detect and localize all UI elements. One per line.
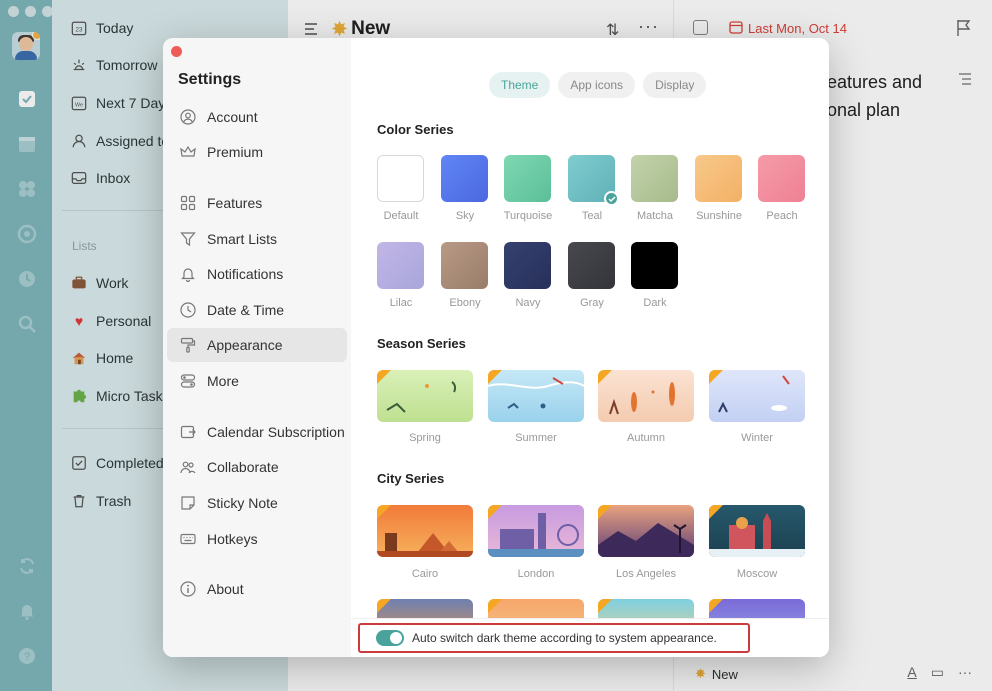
settings-item-calendar-subscription[interactable]: Calendar Subscription — [167, 415, 347, 449]
theme-label: Sunshine — [696, 210, 742, 222]
theme-swatch-gray[interactable] — [568, 242, 615, 289]
theme-label: Teal — [581, 210, 603, 222]
theme-thumb-winter[interactable] — [709, 370, 805, 422]
calendar-link-icon — [179, 423, 197, 441]
city-series-title: City Series — [377, 471, 445, 486]
keyboard-icon — [179, 530, 197, 548]
theme-label: Peach — [766, 210, 798, 222]
settings-item-features[interactable]: Features — [167, 186, 347, 220]
theme-label: Winter — [741, 432, 773, 444]
settings-item-smart-lists[interactable]: Smart Lists — [167, 222, 347, 256]
toggles-icon — [179, 372, 197, 390]
auto-switch-dark-setting: Auto switch dark theme according to syst… — [358, 623, 750, 653]
theme-swatch-ebony[interactable] — [441, 242, 488, 289]
bell-icon — [179, 265, 197, 283]
selected-check-icon — [604, 191, 619, 206]
theme-label: Summer — [515, 432, 557, 444]
season-series-title: Season Series — [377, 336, 466, 351]
theme-swatch-peach[interactable] — [758, 155, 805, 202]
theme-label: Ebony — [449, 297, 481, 309]
settings-item-appearance[interactable]: Appearance — [167, 328, 347, 362]
theme-label: Turquoise — [503, 210, 553, 222]
note-icon — [179, 494, 197, 512]
settings-dialog: Settings Account Premium Features Smart … — [163, 38, 829, 657]
account-icon — [179, 108, 197, 126]
settings-item-about[interactable]: About — [167, 572, 347, 606]
appearance-tabs: Theme App icons Display — [489, 72, 707, 98]
settings-item-hotkeys[interactable]: Hotkeys — [167, 522, 347, 556]
settings-item-sticky-note[interactable]: Sticky Note — [167, 486, 347, 520]
theme-thumb-spring[interactable] — [377, 370, 473, 422]
theme-swatch-turquoise[interactable] — [504, 155, 551, 202]
auto-switch-toggle[interactable] — [376, 630, 404, 646]
theme-swatch-sunshine[interactable] — [695, 155, 742, 202]
settings-item-more[interactable]: More — [167, 364, 347, 398]
theme-thumb-moscow[interactable] — [709, 505, 805, 557]
crown-icon — [179, 143, 197, 161]
paint-roller-icon — [179, 336, 197, 354]
tab-app-icons[interactable]: App icons — [558, 72, 636, 98]
close-dialog-button[interactable] — [171, 46, 182, 57]
people-icon — [179, 458, 197, 476]
clock-icon — [179, 301, 197, 319]
grid-icon — [179, 194, 197, 212]
theme-label: Los Angeles — [616, 568, 676, 580]
theme-swatch-navy[interactable] — [504, 242, 551, 289]
theme-thumb-city[interactable] — [377, 599, 473, 618]
tab-theme[interactable]: Theme — [489, 72, 551, 98]
theme-label: Sky — [455, 210, 475, 222]
auto-switch-label: Auto switch dark theme according to syst… — [412, 631, 717, 645]
theme-thumb-autumn[interactable] — [598, 370, 694, 422]
theme-label: London — [517, 568, 555, 580]
tab-display[interactable]: Display — [643, 72, 707, 98]
theme-thumb-london[interactable] — [488, 505, 584, 557]
settings-title: Settings — [178, 71, 242, 88]
color-series-title: Color Series — [377, 122, 454, 137]
theme-thumb-city[interactable] — [709, 599, 805, 618]
settings-footer: Auto switch dark theme according to syst… — [351, 618, 829, 657]
theme-swatch-matcha[interactable] — [631, 155, 678, 202]
theme-label: Moscow — [736, 568, 778, 580]
info-icon — [179, 580, 197, 598]
settings-item-date-time[interactable]: Date & Time — [167, 293, 347, 327]
theme-thumb-summer[interactable] — [488, 370, 584, 422]
settings-item-premium[interactable]: Premium — [167, 135, 347, 169]
theme-swatch-dark[interactable] — [631, 242, 678, 289]
theme-thumb-los-angeles[interactable] — [598, 505, 694, 557]
appearance-panel: Theme App icons Display Color Series Def… — [351, 38, 829, 618]
theme-thumb-cairo[interactable] — [377, 505, 473, 557]
theme-swatch-sky[interactable] — [441, 155, 488, 202]
theme-swatch-lilac[interactable] — [377, 242, 424, 289]
settings-item-account[interactable]: Account — [167, 100, 347, 134]
theme-swatch-default[interactable] — [377, 155, 424, 202]
theme-label: Gray — [580, 297, 604, 309]
theme-label: Navy — [515, 297, 541, 309]
settings-sidebar: Settings Account Premium Features Smart … — [163, 38, 351, 657]
settings-item-notifications[interactable]: Notifications — [167, 257, 347, 291]
settings-item-collaborate[interactable]: Collaborate — [167, 450, 347, 484]
filter-icon — [179, 230, 197, 248]
theme-thumb-city[interactable] — [488, 599, 584, 618]
theme-thumb-city[interactable] — [598, 599, 694, 618]
theme-label: Matcha — [636, 210, 674, 222]
theme-label: Cairo — [411, 568, 439, 580]
theme-label: Spring — [409, 432, 441, 444]
theme-label: Default — [383, 210, 419, 222]
theme-label: Dark — [643, 297, 667, 309]
theme-label: Autumn — [627, 432, 665, 444]
theme-label: Lilac — [389, 297, 413, 309]
